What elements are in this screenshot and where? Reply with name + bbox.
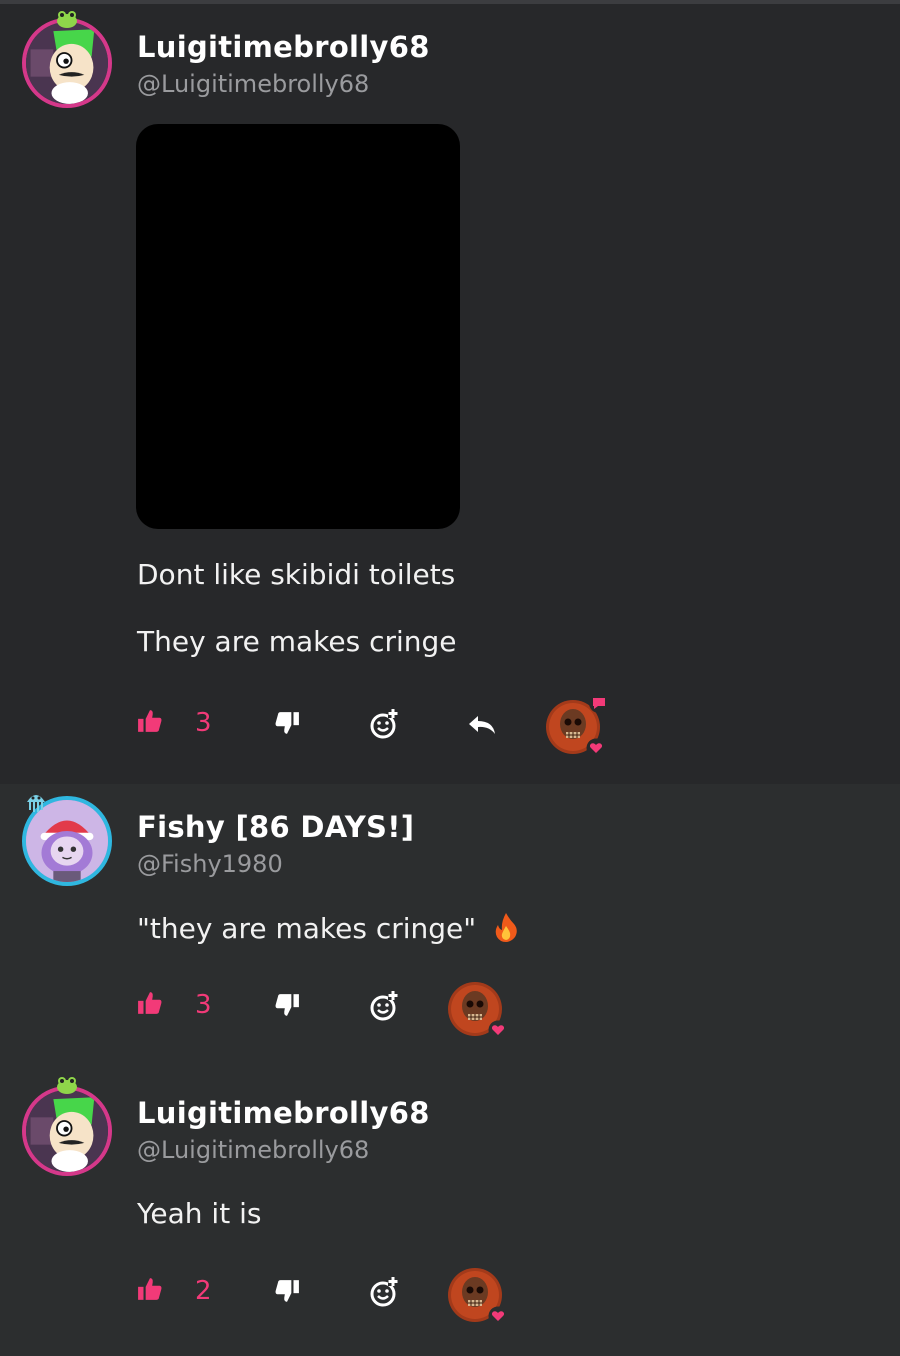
thumbs-up-icon xyxy=(138,1278,162,1300)
luigi-avatar-image xyxy=(26,22,108,104)
dislike-button[interactable] xyxy=(274,710,300,736)
comment-text-line: Dont like skibidi toilets xyxy=(137,558,456,591)
action-bar: 3 xyxy=(137,693,637,758)
chat-bubble-badge-icon xyxy=(589,693,609,713)
thumbs-down-icon xyxy=(275,1280,299,1302)
like-count: 2 xyxy=(195,1276,212,1306)
heart-badge-icon xyxy=(488,1020,508,1040)
action-bar: 2 xyxy=(137,1268,637,1326)
frog-badge-icon xyxy=(57,1077,77,1094)
like-button[interactable] xyxy=(137,708,163,734)
heart-badge-icon xyxy=(488,1306,508,1326)
like-button[interactable] xyxy=(137,990,163,1016)
add-reaction-icon xyxy=(370,708,398,739)
comment-1: Luigitimebrolly68 @Luigitimebrolly68 Don… xyxy=(0,4,900,784)
action-bar: 3 xyxy=(137,982,637,1040)
username[interactable]: Fishy [86 DAYS!] xyxy=(137,810,414,844)
avatar[interactable] xyxy=(22,1086,112,1176)
reaction-avatar[interactable] xyxy=(448,1268,508,1326)
thumbs-down-icon xyxy=(275,712,299,734)
add-reaction-button[interactable] xyxy=(368,990,400,1022)
reply-icon xyxy=(469,716,495,734)
thumbs-up-icon xyxy=(138,710,162,732)
thumbs-up-icon xyxy=(138,992,162,1014)
like-count: 3 xyxy=(195,990,212,1020)
comment-text-line: Yeah it is xyxy=(137,1197,262,1230)
attached-media[interactable] xyxy=(136,124,460,529)
add-reaction-button[interactable] xyxy=(368,708,400,740)
username[interactable]: Luigitimebrolly68 xyxy=(137,1096,430,1130)
comment-text-line: "they are makes cringe" xyxy=(137,912,477,945)
comment-3: Luigitimebrolly68 @Luigitimebrolly68 Yea… xyxy=(0,1074,900,1356)
user-handle: @Fishy1980 xyxy=(137,850,283,878)
reaction-avatar[interactable] xyxy=(448,982,508,1040)
frog-badge-icon xyxy=(57,11,77,28)
comment-text: "they are makes cringe" xyxy=(137,912,519,945)
heart-badge-icon xyxy=(586,738,606,758)
fire-emoji-icon xyxy=(495,913,517,942)
luigi-avatar-image xyxy=(26,1090,108,1172)
username[interactable]: Luigitimebrolly68 xyxy=(137,30,430,64)
dislike-button[interactable] xyxy=(274,1278,300,1304)
jellyfish-badge-icon xyxy=(27,795,45,812)
comment-text-line: They are makes cringe xyxy=(137,625,457,658)
add-reaction-icon xyxy=(370,990,398,1021)
dislike-button[interactable] xyxy=(274,992,300,1018)
like-count: 3 xyxy=(195,708,212,738)
user-handle: @Luigitimebrolly68 xyxy=(137,70,370,98)
user-handle: @Luigitimebrolly68 xyxy=(137,1136,370,1164)
reaction-avatar[interactable] xyxy=(546,693,609,758)
like-button[interactable] xyxy=(137,1276,163,1302)
add-reaction-button[interactable] xyxy=(368,1276,400,1308)
comment-2: Fishy [86 DAYS!] @Fishy1980 "they are ma… xyxy=(0,784,900,1074)
reply-button[interactable] xyxy=(467,714,497,736)
avatar[interactable] xyxy=(22,18,112,108)
thumbs-down-icon xyxy=(275,994,299,1016)
add-reaction-icon xyxy=(370,1276,398,1307)
